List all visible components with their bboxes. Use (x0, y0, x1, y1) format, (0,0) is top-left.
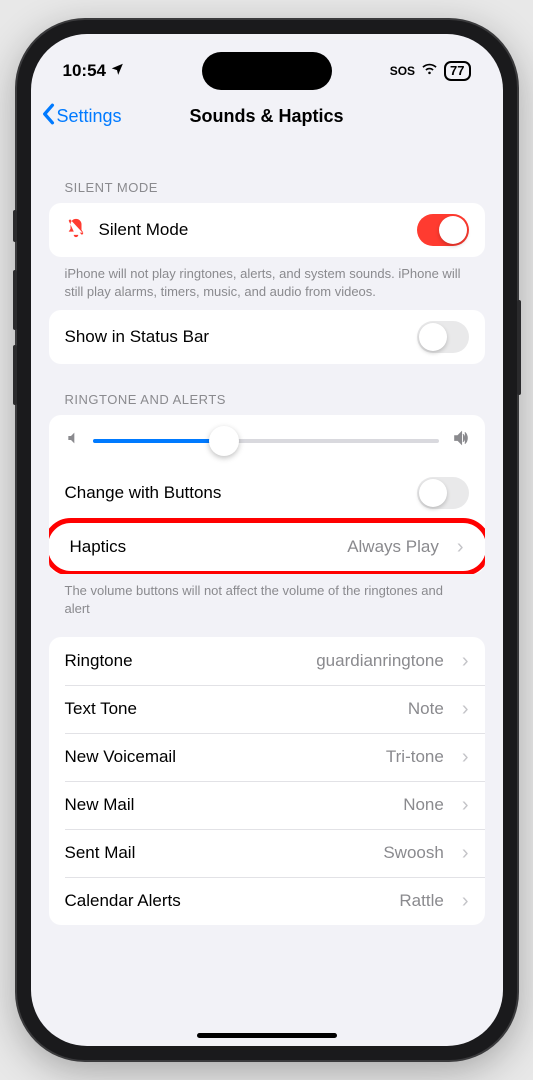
voicemail-value: Tri-tone (386, 747, 444, 767)
speaker-low-icon (65, 430, 81, 451)
bell-slash-icon (65, 217, 87, 244)
texttone-row[interactable]: Text Tone Note › (49, 685, 485, 733)
newmail-label: New Mail (65, 795, 392, 815)
haptics-row[interactable]: Haptics Always Play › (54, 523, 480, 571)
volume-slider-row[interactable] (49, 415, 485, 466)
calendar-row[interactable]: Calendar Alerts Rattle › (49, 877, 485, 925)
show-statusbar-label: Show in Status Bar (65, 327, 405, 347)
silent-mode-label: Silent Mode (99, 220, 405, 240)
highlight-annotation: Haptics Always Play › (49, 518, 485, 574)
chevron-right-icon: › (462, 795, 469, 815)
section-header-silent: SILENT MODE (49, 140, 485, 203)
sos-indicator: SOS (390, 64, 415, 78)
texttone-value: Note (408, 699, 444, 719)
section-header-ringtone: RINGTONE AND ALERTS (49, 364, 485, 415)
show-statusbar-toggle[interactable] (417, 321, 469, 353)
ringtone-label: Ringtone (65, 651, 305, 671)
ringtone-note: The volume buttons will not affect the v… (49, 574, 485, 617)
status-time: 10:54 (63, 61, 106, 81)
back-label: Settings (57, 106, 122, 127)
sentmail-value: Swoosh (383, 843, 443, 863)
silent-mode-toggle[interactable] (417, 214, 469, 246)
chevron-right-icon: › (462, 843, 469, 863)
voicemail-row[interactable]: New Voicemail Tri-tone › (49, 733, 485, 781)
chevron-right-icon: › (462, 747, 469, 767)
newmail-row[interactable]: New Mail None › (49, 781, 485, 829)
speaker-high-icon (451, 429, 469, 452)
chevron-right-icon: › (462, 699, 469, 719)
chevron-right-icon: › (462, 891, 469, 911)
volume-down-button[interactable] (13, 345, 17, 405)
wifi-icon (421, 63, 438, 79)
change-buttons-label: Change with Buttons (65, 483, 405, 503)
haptics-label: Haptics (70, 537, 336, 557)
chevron-right-icon: › (457, 537, 464, 557)
calendar-label: Calendar Alerts (65, 891, 388, 911)
chevron-left-icon (41, 103, 55, 130)
ringtone-row[interactable]: Ringtone guardianringtone › (49, 637, 485, 685)
texttone-label: Text Tone (65, 699, 396, 719)
change-buttons-row[interactable]: Change with Buttons (49, 466, 485, 520)
chevron-right-icon: › (462, 651, 469, 671)
back-button[interactable]: Settings (41, 103, 122, 130)
haptics-value: Always Play (347, 537, 439, 557)
calendar-value: Rattle (399, 891, 443, 911)
home-indicator[interactable] (197, 1033, 337, 1038)
mute-switch[interactable] (13, 210, 17, 242)
show-statusbar-row[interactable]: Show in Status Bar (49, 310, 485, 364)
phone-frame: 10:54 SOS 77 Settings Sounds & Haptic (17, 20, 517, 1060)
sentmail-label: Sent Mail (65, 843, 372, 863)
voicemail-label: New Voicemail (65, 747, 374, 767)
screen: 10:54 SOS 77 Settings Sounds & Haptic (31, 34, 503, 1046)
silent-mode-note: iPhone will not play ringtones, alerts, … (49, 257, 485, 300)
volume-up-button[interactable] (13, 270, 17, 330)
battery-indicator: 77 (444, 61, 470, 81)
sentmail-row[interactable]: Sent Mail Swoosh › (49, 829, 485, 877)
silent-mode-row[interactable]: Silent Mode (49, 203, 485, 257)
power-button[interactable] (517, 300, 521, 395)
slider-thumb[interactable] (209, 426, 239, 456)
change-buttons-toggle[interactable] (417, 477, 469, 509)
volume-slider[interactable] (93, 439, 439, 443)
newmail-value: None (403, 795, 444, 815)
location-icon (110, 61, 124, 81)
dynamic-island (202, 52, 332, 90)
nav-header: Settings Sounds & Haptics (31, 92, 503, 140)
ringtone-value: guardianringtone (316, 651, 444, 671)
